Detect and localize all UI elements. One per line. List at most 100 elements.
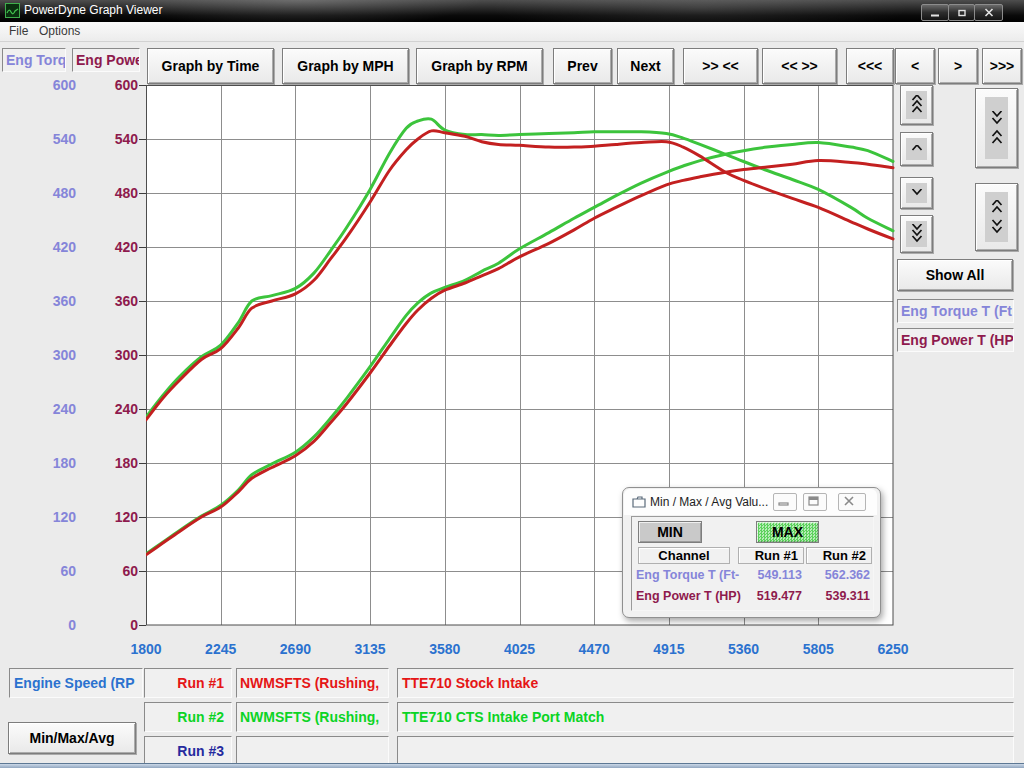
menu-bar: File Options: [0, 22, 1024, 42]
minmax-minimize-button[interactable]: [773, 493, 797, 511]
toolbar-button-graph-by-rpm[interactable]: Graph by RPM: [416, 48, 543, 84]
close-button[interactable]: [974, 4, 1003, 21]
y-axis-label-power: 600: [92, 77, 138, 93]
y-tick: [139, 247, 146, 248]
x-axis-label: 5360: [712, 641, 776, 657]
minmax-restore-button[interactable]: [803, 493, 827, 511]
x-axis-label: 2690: [263, 641, 327, 657]
y-axis-label-torque: 60: [30, 563, 76, 579]
scroll-expand-button-icon: [985, 192, 1008, 242]
minimize-button[interactable]: [921, 4, 949, 21]
minmax-close-button[interactable]: [838, 493, 866, 511]
run-label-box-3: Run #3: [144, 736, 232, 766]
toolbar-button-btn[interactable]: << >>: [762, 48, 837, 84]
show-all-button[interactable]: Show All: [897, 259, 1013, 291]
run-label-box-1: Run #1: [144, 668, 232, 698]
y-axis-label-torque: 480: [30, 185, 76, 201]
minmaxavg-button[interactable]: Min/Max/Avg: [8, 722, 136, 754]
y-axis-label-power: 0: [92, 617, 138, 633]
toolbar-button-btn[interactable]: >>>: [982, 48, 1022, 84]
engine-speed-label-box: Engine Speed (RP: [9, 668, 143, 698]
scroll-expand-button[interactable]: [975, 183, 1018, 251]
y-axis-label-power: 540: [92, 131, 138, 147]
minmax-run1-value-1: 549.113: [748, 568, 802, 582]
y-axis-label-torque: 300: [30, 347, 76, 363]
minmax-run1-value-2: 519.477: [748, 589, 802, 603]
toolbar-button-btn[interactable]: >: [938, 48, 978, 84]
y-tick: [139, 409, 146, 410]
toolbar-button-btn[interactable]: <<<: [846, 48, 894, 84]
axis-title-torque-box: Eng Torq: [2, 48, 66, 72]
y-tick: [139, 193, 146, 194]
y-tick: [139, 139, 146, 140]
spin-triple-up-button-icon: [906, 91, 927, 119]
run-file-box-2: NWMSFTS (Rushing,: [236, 702, 389, 732]
y-axis-label-torque: 420: [30, 239, 76, 255]
toolbar-button-graph-by-mph[interactable]: Graph by MPH: [282, 48, 409, 84]
toolbar-button-prev[interactable]: Prev: [553, 48, 612, 84]
x-axis-label: 3135: [338, 641, 402, 657]
toolbar-button-graph-by-time[interactable]: Graph by Time: [147, 48, 274, 84]
y-axis-label-torque: 600: [30, 77, 76, 93]
y-tick: [139, 463, 146, 464]
minmax-run2-value-2: 539.311: [816, 589, 870, 603]
y-axis-label-power: 240: [92, 401, 138, 417]
spin-down-button-icon: [906, 183, 927, 203]
y-axis-label-torque: 240: [30, 401, 76, 417]
toolbar-button-btn[interactable]: <: [895, 48, 935, 84]
y-tick: [139, 85, 146, 86]
x-axis-label: 4915: [637, 641, 701, 657]
spin-triple-down-button-icon: [906, 221, 927, 247]
spin-down-button[interactable]: [900, 177, 933, 209]
max-button[interactable]: MAX: [756, 521, 819, 543]
y-tick: [139, 517, 146, 518]
col-header-channel[interactable]: Channel: [638, 547, 730, 564]
x-axis-label: 1800: [114, 641, 178, 657]
minmax-channel-1: Eng Torque T (Ft-: [636, 568, 739, 582]
y-axis-label-power: 300: [92, 347, 138, 363]
run-desc-box-3: [397, 736, 1014, 766]
spin-triple-down-button[interactable]: [900, 215, 933, 253]
app-icon: [5, 3, 20, 18]
window-bottom-edge: [0, 763, 1024, 768]
y-axis-label-torque: 180: [30, 455, 76, 471]
toolbar-button-btn[interactable]: >> <<: [683, 48, 758, 84]
x-axis-label: 3580: [413, 641, 477, 657]
spin-triple-up-button[interactable]: [900, 85, 933, 125]
legend-power: Eng Power T (HP: [897, 328, 1014, 352]
x-axis-label: 4470: [562, 641, 626, 657]
y-axis-label-torque: 0: [30, 617, 76, 633]
run-desc-box-2: TTE710 CTS Intake Port Match: [397, 702, 1014, 732]
x-axis-label: 5805: [786, 641, 850, 657]
window-title: PowerDyne Graph Viewer: [24, 3, 163, 17]
run-file-box-3: [236, 736, 389, 766]
y-tick: [139, 355, 146, 356]
scroll-collapse-button-icon: [985, 97, 1008, 159]
y-axis-label-power: 180: [92, 455, 138, 471]
minmax-channel-2: Eng Power T (HP): [636, 589, 741, 603]
y-axis-label-power: 420: [92, 239, 138, 255]
y-axis-label-power: 60: [92, 563, 138, 579]
minmax-window: Min / Max / Avg Valu... MIN MAX Channel …: [622, 487, 881, 618]
minmax-title: Min / Max / Avg Valu...: [650, 495, 768, 509]
maximize-button[interactable]: [948, 4, 975, 21]
powerdyne-window: PowerDyne Graph Viewer File Options Eng …: [0, 0, 1024, 768]
axis-title-power-box: Eng Powe: [72, 48, 140, 72]
spin-up-button[interactable]: [900, 132, 933, 166]
run-label-box-2: Run #2: [144, 702, 232, 732]
minmax-titlebar[interactable]: Min / Max / Avg Valu...: [624, 489, 877, 515]
run-file-box-1: NWMSFTS (Rushing,: [236, 668, 389, 698]
legend-torque: Eng Torque T (Ft: [897, 299, 1014, 323]
menu-item-options[interactable]: Options: [39, 24, 80, 38]
toolbar-button-next[interactable]: Next: [617, 48, 674, 84]
window-titlebar: PowerDyne Graph Viewer: [0, 0, 1024, 22]
col-header-run2[interactable]: Run #2: [806, 547, 872, 564]
col-header-run1[interactable]: Run #1: [738, 547, 804, 564]
y-tick: [139, 571, 146, 572]
y-axis-label-power: 480: [92, 185, 138, 201]
min-button[interactable]: MIN: [638, 521, 702, 543]
scroll-collapse-button[interactable]: [975, 88, 1018, 168]
minmax-run2-value-1: 562.362: [816, 568, 870, 582]
menu-item-file[interactable]: File: [9, 24, 28, 38]
x-axis-label: 2245: [189, 641, 253, 657]
